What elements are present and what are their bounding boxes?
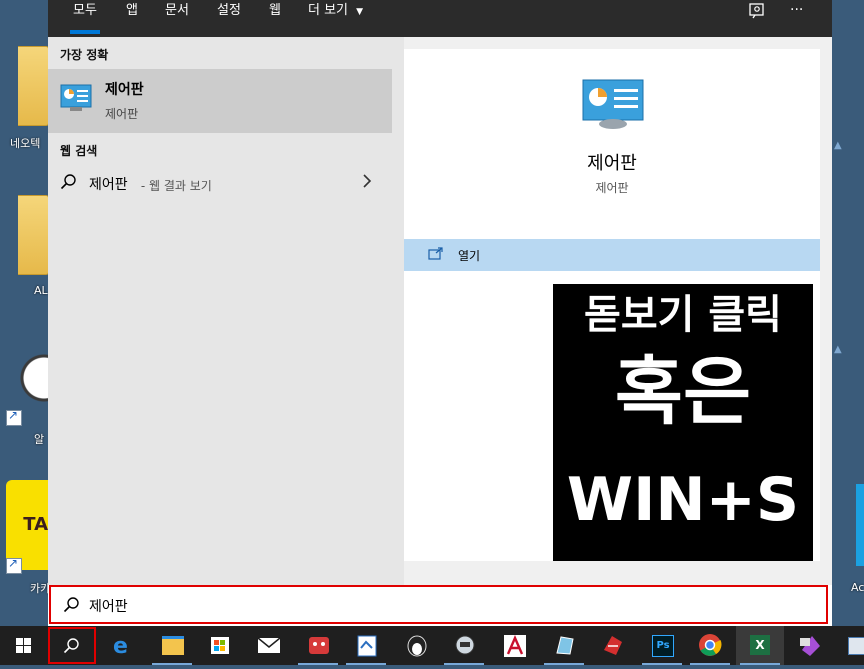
tab-more[interactable]: 더 보기 ▼	[308, 0, 363, 23]
scroll-arrow-icon: ▲	[834, 344, 842, 355]
desktop-folder-2[interactable]	[18, 195, 49, 275]
excel-icon: X	[750, 635, 770, 655]
desktop-label-2: AL	[34, 284, 48, 297]
desktop-app-tistory[interactable]	[14, 338, 48, 418]
taskbar-acrobat[interactable]	[490, 626, 538, 665]
taskbar-edge[interactable]: e	[99, 626, 147, 665]
preview-card: 제어판 제어판 열기 돋보기 클릭 혹은 WIN+S	[404, 49, 820, 561]
taskbar-app-bot[interactable]	[440, 626, 488, 665]
overlay-line-2: 혹은	[614, 349, 752, 435]
web-search-suffix: - 웹 결과 보기	[137, 179, 212, 193]
feedback-icon[interactable]	[748, 2, 766, 20]
results-panel: 가장 정확 제어판 제어판 웹 검색 제어판 - 웹 결과 보기	[48, 37, 404, 585]
chevron-down-icon: ▼	[356, 7, 364, 17]
taskbar-file-explorer[interactable]	[148, 626, 196, 665]
taskbar-photoshop[interactable]: Ps	[638, 626, 686, 665]
tool-app-icon	[357, 635, 377, 657]
purple-app-icon	[800, 636, 820, 656]
tab-settings[interactable]: 설정	[217, 0, 241, 22]
search-icon	[60, 173, 77, 194]
search-input-box[interactable]: 제어판	[49, 585, 828, 624]
taskbar-app-red[interactable]	[294, 626, 342, 665]
glass-app-icon	[556, 636, 574, 655]
desktop-label-1: 네오텍	[10, 137, 41, 150]
edge-icon: e	[113, 634, 128, 659]
best-match-subtitle: 제어판	[105, 107, 139, 121]
preview-subtitle: 제어판	[595, 181, 629, 195]
best-match-item[interactable]: 제어판 제어판	[48, 69, 392, 133]
app-icon	[856, 484, 864, 566]
web-search-item[interactable]: 제어판 - 웹 결과 보기	[48, 169, 392, 197]
search-icon	[63, 637, 80, 658]
overlay-line-3: WIN+S	[566, 465, 800, 535]
taskbar-chrome[interactable]	[686, 626, 734, 665]
more-options-button[interactable]: ···	[790, 0, 803, 20]
start-button[interactable]	[0, 626, 48, 665]
penguin-icon	[407, 635, 427, 657]
robot-app-icon	[309, 637, 329, 654]
instruction-overlay: 돋보기 클릭 혹은 WIN+S	[553, 284, 813, 561]
tab-all[interactable]: 모두	[70, 0, 100, 34]
best-match-title: 제어판	[105, 82, 144, 98]
windows-logo-icon	[16, 638, 31, 653]
open-action[interactable]: 열기	[404, 239, 820, 271]
search-menu: 모두 앱 문서 설정 웹 더 보기 ▼ ··· 가장 정확 제어판 제어판 웹 …	[48, 0, 832, 626]
tab-documents[interactable]: 문서	[165, 0, 189, 22]
search-bar: 제어판	[48, 585, 832, 626]
desktop-label-3: 알	[34, 433, 45, 446]
desktop-folder-1[interactable]	[18, 46, 49, 126]
app-icon	[848, 637, 864, 655]
taskbar-app-blue[interactable]	[342, 626, 390, 665]
search-icon	[63, 596, 80, 617]
tab-web[interactable]: 웹	[269, 0, 281, 22]
taskbar-app-red2[interactable]	[588, 626, 636, 665]
taskbar-app-purple[interactable]	[786, 626, 834, 665]
shortcut-arrow-icon	[6, 556, 22, 574]
taskbar-app-last[interactable]	[836, 626, 864, 665]
taskbar-store[interactable]	[196, 626, 244, 665]
web-search-text: 제어판	[89, 177, 128, 193]
filter-tab-bar: 모두 앱 문서 설정 웹 더 보기 ▼ ···	[48, 0, 832, 37]
photoshop-icon: Ps	[652, 635, 674, 657]
folder-icon	[18, 46, 49, 126]
chevron-right-icon[interactable]	[361, 172, 373, 194]
control-panel-icon	[60, 84, 92, 118]
shortcut-arrow-icon	[6, 408, 22, 426]
tistory-icon	[14, 338, 48, 418]
open-icon	[428, 246, 444, 265]
bot-app-icon	[455, 635, 475, 655]
folder-icon	[18, 195, 49, 275]
sketch-app-icon	[604, 636, 622, 655]
control-panel-large-icon	[582, 79, 644, 135]
open-label: 열기	[458, 249, 481, 263]
web-search-heading: 웹 검색	[60, 144, 98, 158]
mail-icon	[257, 637, 281, 653]
desktop-app-right[interactable]	[856, 484, 864, 566]
taskbar-app-glass[interactable]	[540, 626, 588, 665]
taskbar-search-button[interactable]	[47, 626, 96, 665]
desktop-label-5: Ac	[851, 581, 864, 594]
overlay-line-1: 돋보기 클릭	[584, 292, 782, 338]
preview-panel: 제어판 제어판 열기 돋보기 클릭 혹은 WIN+S	[404, 37, 832, 585]
taskbar-excel[interactable]: X	[736, 626, 784, 665]
taskbar-penguin[interactable]	[392, 626, 440, 665]
search-input[interactable]: 제어판	[89, 596, 128, 616]
tab-apps[interactable]: 앱	[126, 0, 138, 22]
scroll-arrow-icon: ▲	[834, 140, 842, 151]
folder-icon	[162, 636, 184, 655]
preview-title: 제어판	[587, 153, 637, 174]
taskbar: e Ps X	[0, 626, 864, 665]
tab-more-label: 더 보기	[308, 3, 349, 18]
best-match-heading: 가장 정확	[60, 48, 109, 62]
taskbar-mail[interactable]	[244, 626, 292, 665]
chrome-icon	[699, 634, 722, 656]
store-icon	[211, 637, 229, 654]
acrobat-icon	[504, 635, 526, 657]
